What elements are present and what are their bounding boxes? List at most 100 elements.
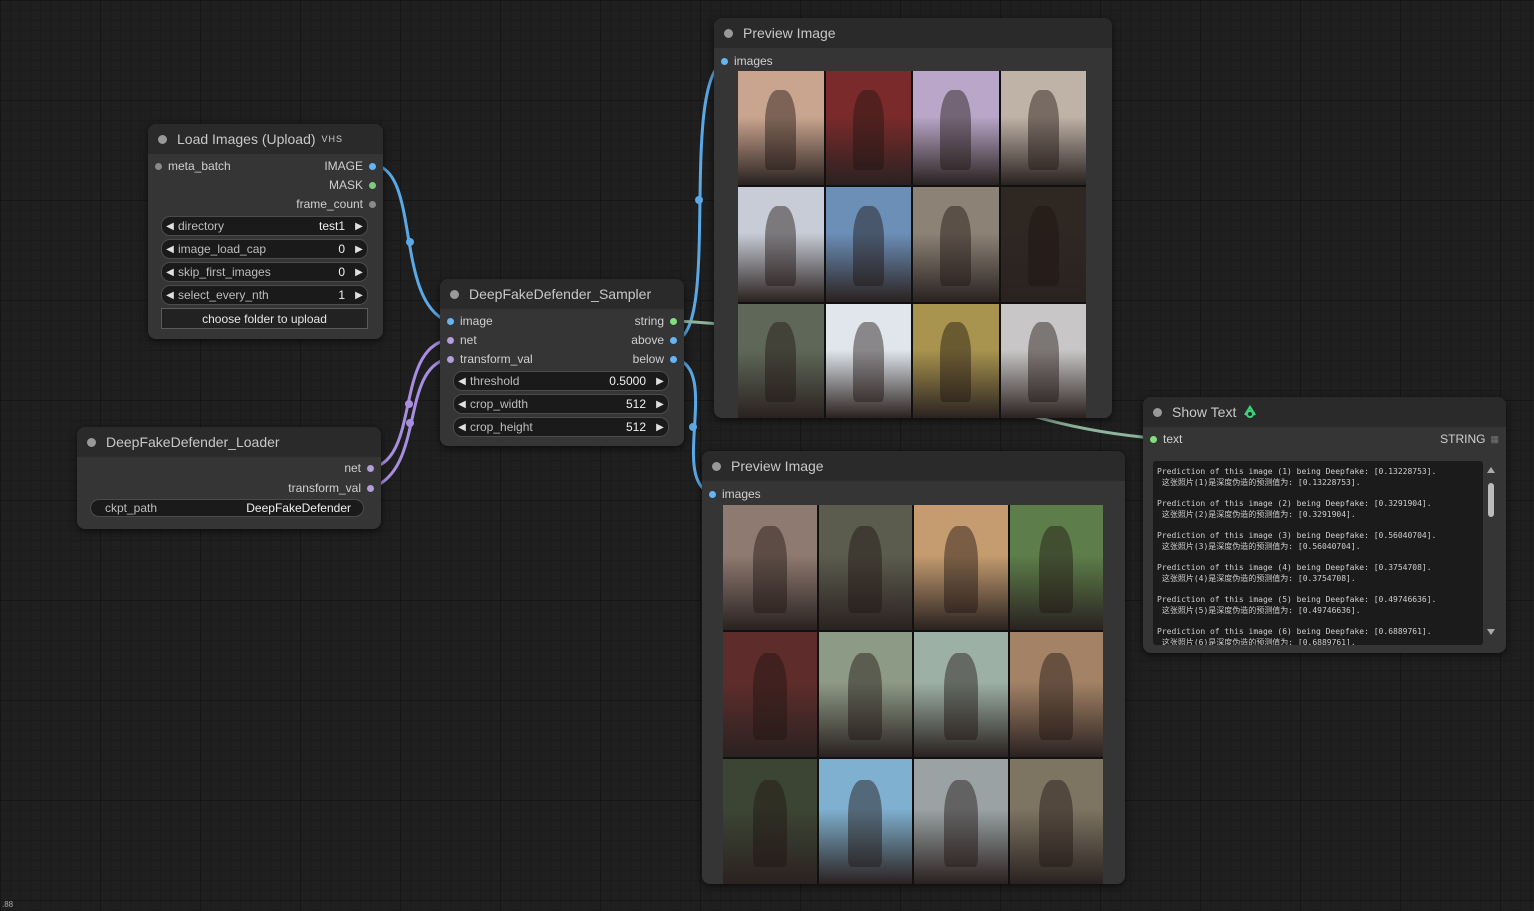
right-arrow-icon[interactable]: ▶ <box>652 376 668 387</box>
collapse-dot[interactable] <box>1153 407 1162 417</box>
load-images-node[interactable]: Load Images (Upload) VHS meta_batch IMAG… <box>148 124 383 339</box>
input-images[interactable]: images <box>709 486 761 502</box>
right-arrow-icon[interactable]: ▶ <box>351 290 367 301</box>
collapse-dot[interactable] <box>158 134 167 144</box>
image-thumbnail[interactable] <box>913 71 999 186</box>
left-arrow-icon[interactable]: ◀ <box>454 399 470 410</box>
output-frame-count[interactable]: frame_count <box>296 196 376 212</box>
output-dot[interactable] <box>369 181 376 189</box>
right-arrow-icon[interactable]: ▶ <box>351 267 367 278</box>
input-dot[interactable] <box>709 490 716 498</box>
input-net[interactable]: net <box>447 332 477 348</box>
output-dot[interactable] <box>369 162 376 170</box>
image-thumbnail[interactable] <box>825 187 911 302</box>
output-string[interactable]: STRING ▦ <box>1440 431 1499 447</box>
input-dot[interactable] <box>155 162 162 170</box>
image-thumbnail[interactable] <box>1009 505 1103 630</box>
image-thumbnail[interactable] <box>818 632 912 757</box>
ckpt-path-combo[interactable]: ckpt_path DeepFakeDefender <box>90 499 364 517</box>
right-arrow-icon[interactable]: ▶ <box>351 221 367 232</box>
input-image[interactable]: image <box>447 313 493 329</box>
directory-combo[interactable]: ◀ directory test1 ▶ <box>161 216 368 236</box>
output-image[interactable]: IMAGE <box>324 158 376 174</box>
output-dot[interactable] <box>367 484 374 492</box>
node-header[interactable]: DeepFakeDefender_Loader <box>77 427 381 457</box>
input-images[interactable]: images <box>721 53 773 69</box>
node-header[interactable]: Show Text <box>1143 397 1506 427</box>
image-thumbnail[interactable] <box>914 505 1008 630</box>
right-arrow-icon[interactable]: ▶ <box>652 399 668 410</box>
image-grid[interactable] <box>723 505 1103 884</box>
node-header[interactable]: Load Images (Upload) VHS <box>148 124 383 154</box>
collapse-dot[interactable] <box>450 289 459 299</box>
left-arrow-icon[interactable]: ◀ <box>162 244 178 255</box>
output-above[interactable]: above <box>631 332 677 348</box>
output-below[interactable]: below <box>633 351 677 367</box>
image-thumbnail[interactable] <box>825 303 911 418</box>
node-header[interactable]: DeepFakeDefender_Sampler <box>440 279 684 309</box>
text-output-area[interactable]: Prediction of this image (1) being Deepf… <box>1153 461 1483 645</box>
node-header[interactable]: Preview Image <box>714 18 1112 48</box>
image-thumbnail[interactable] <box>914 632 1008 757</box>
output-dot[interactable] <box>369 200 376 208</box>
left-arrow-icon[interactable]: ◀ <box>454 376 470 387</box>
image-thumbnail[interactable] <box>818 759 912 884</box>
image-thumbnail[interactable] <box>723 759 817 884</box>
left-arrow-icon[interactable]: ◀ <box>454 422 470 433</box>
image-grid[interactable] <box>738 71 1086 418</box>
left-arrow-icon[interactable]: ◀ <box>162 267 178 278</box>
deepfakedefender-loader-node[interactable]: DeepFakeDefender_Loader net transform_va… <box>77 427 381 529</box>
crop-width-widget[interactable]: ◀ crop_width 512 ▶ <box>453 394 669 414</box>
image-thumbnail[interactable] <box>1009 759 1103 884</box>
image-thumbnail[interactable] <box>738 187 824 302</box>
select-every-nth-widget[interactable]: ◀ select_every_nth 1 ▶ <box>161 285 368 305</box>
image-thumbnail[interactable] <box>818 505 912 630</box>
preview-image-node-bottom[interactable]: Preview Image images <box>702 451 1125 884</box>
choose-folder-button[interactable]: choose folder to upload <box>161 308 368 329</box>
image-thumbnail[interactable] <box>723 632 817 757</box>
input-dot[interactable] <box>447 317 454 325</box>
right-arrow-icon[interactable]: ▶ <box>351 244 367 255</box>
node-header[interactable]: Preview Image <box>702 451 1125 481</box>
image-thumbnail[interactable] <box>1000 187 1086 302</box>
image-thumbnail[interactable] <box>738 303 824 418</box>
left-arrow-icon[interactable]: ◀ <box>162 221 178 232</box>
show-text-node[interactable]: Show Text text STRING ▦ Prediction of th… <box>1143 397 1506 653</box>
collapse-dot[interactable] <box>87 437 96 447</box>
output-dot[interactable] <box>367 464 374 472</box>
output-transform-val[interactable]: transform_val <box>288 480 374 496</box>
image-thumbnail[interactable] <box>738 71 824 186</box>
input-dot[interactable] <box>447 336 454 344</box>
input-transform-val[interactable]: transform_val <box>447 351 533 367</box>
input-meta-batch[interactable]: meta_batch <box>155 158 231 174</box>
output-dot[interactable] <box>670 355 677 363</box>
image-thumbnail[interactable] <box>1000 71 1086 186</box>
preview-image-node-top[interactable]: Preview Image images <box>714 18 1112 418</box>
output-net[interactable]: net <box>344 460 374 476</box>
image-thumbnail[interactable] <box>825 71 911 186</box>
image-thumbnail[interactable] <box>1000 303 1086 418</box>
output-dot[interactable] <box>670 336 677 344</box>
input-dot[interactable] <box>447 355 454 363</box>
output-string[interactable]: string <box>635 313 677 329</box>
skip-first-images-widget[interactable]: ◀ skip_first_images 0 ▶ <box>161 262 368 282</box>
scrollbar[interactable] <box>1485 463 1497 645</box>
threshold-widget[interactable]: ◀ threshold 0.5000 ▶ <box>453 371 669 391</box>
input-text[interactable]: text <box>1150 431 1182 447</box>
collapse-dot[interactable] <box>724 28 733 38</box>
collapse-dot[interactable] <box>712 461 721 471</box>
input-dot[interactable] <box>721 57 728 65</box>
left-arrow-icon[interactable]: ◀ <box>162 290 178 301</box>
crop-height-widget[interactable]: ◀ crop_height 512 ▶ <box>453 417 669 437</box>
grid-icon[interactable]: ▦ <box>1490 434 1499 445</box>
output-dot[interactable] <box>670 317 677 325</box>
image-load-cap-widget[interactable]: ◀ image_load_cap 0 ▶ <box>161 239 368 259</box>
deepfakedefender-sampler-node[interactable]: DeepFakeDefender_Sampler image net trans… <box>440 279 684 446</box>
image-thumbnail[interactable] <box>913 187 999 302</box>
image-thumbnail[interactable] <box>913 303 999 418</box>
image-thumbnail[interactable] <box>723 505 817 630</box>
right-arrow-icon[interactable]: ▶ <box>652 422 668 433</box>
image-thumbnail[interactable] <box>914 759 1008 884</box>
image-thumbnail[interactable] <box>1009 632 1103 757</box>
output-mask[interactable]: MASK <box>329 177 376 193</box>
